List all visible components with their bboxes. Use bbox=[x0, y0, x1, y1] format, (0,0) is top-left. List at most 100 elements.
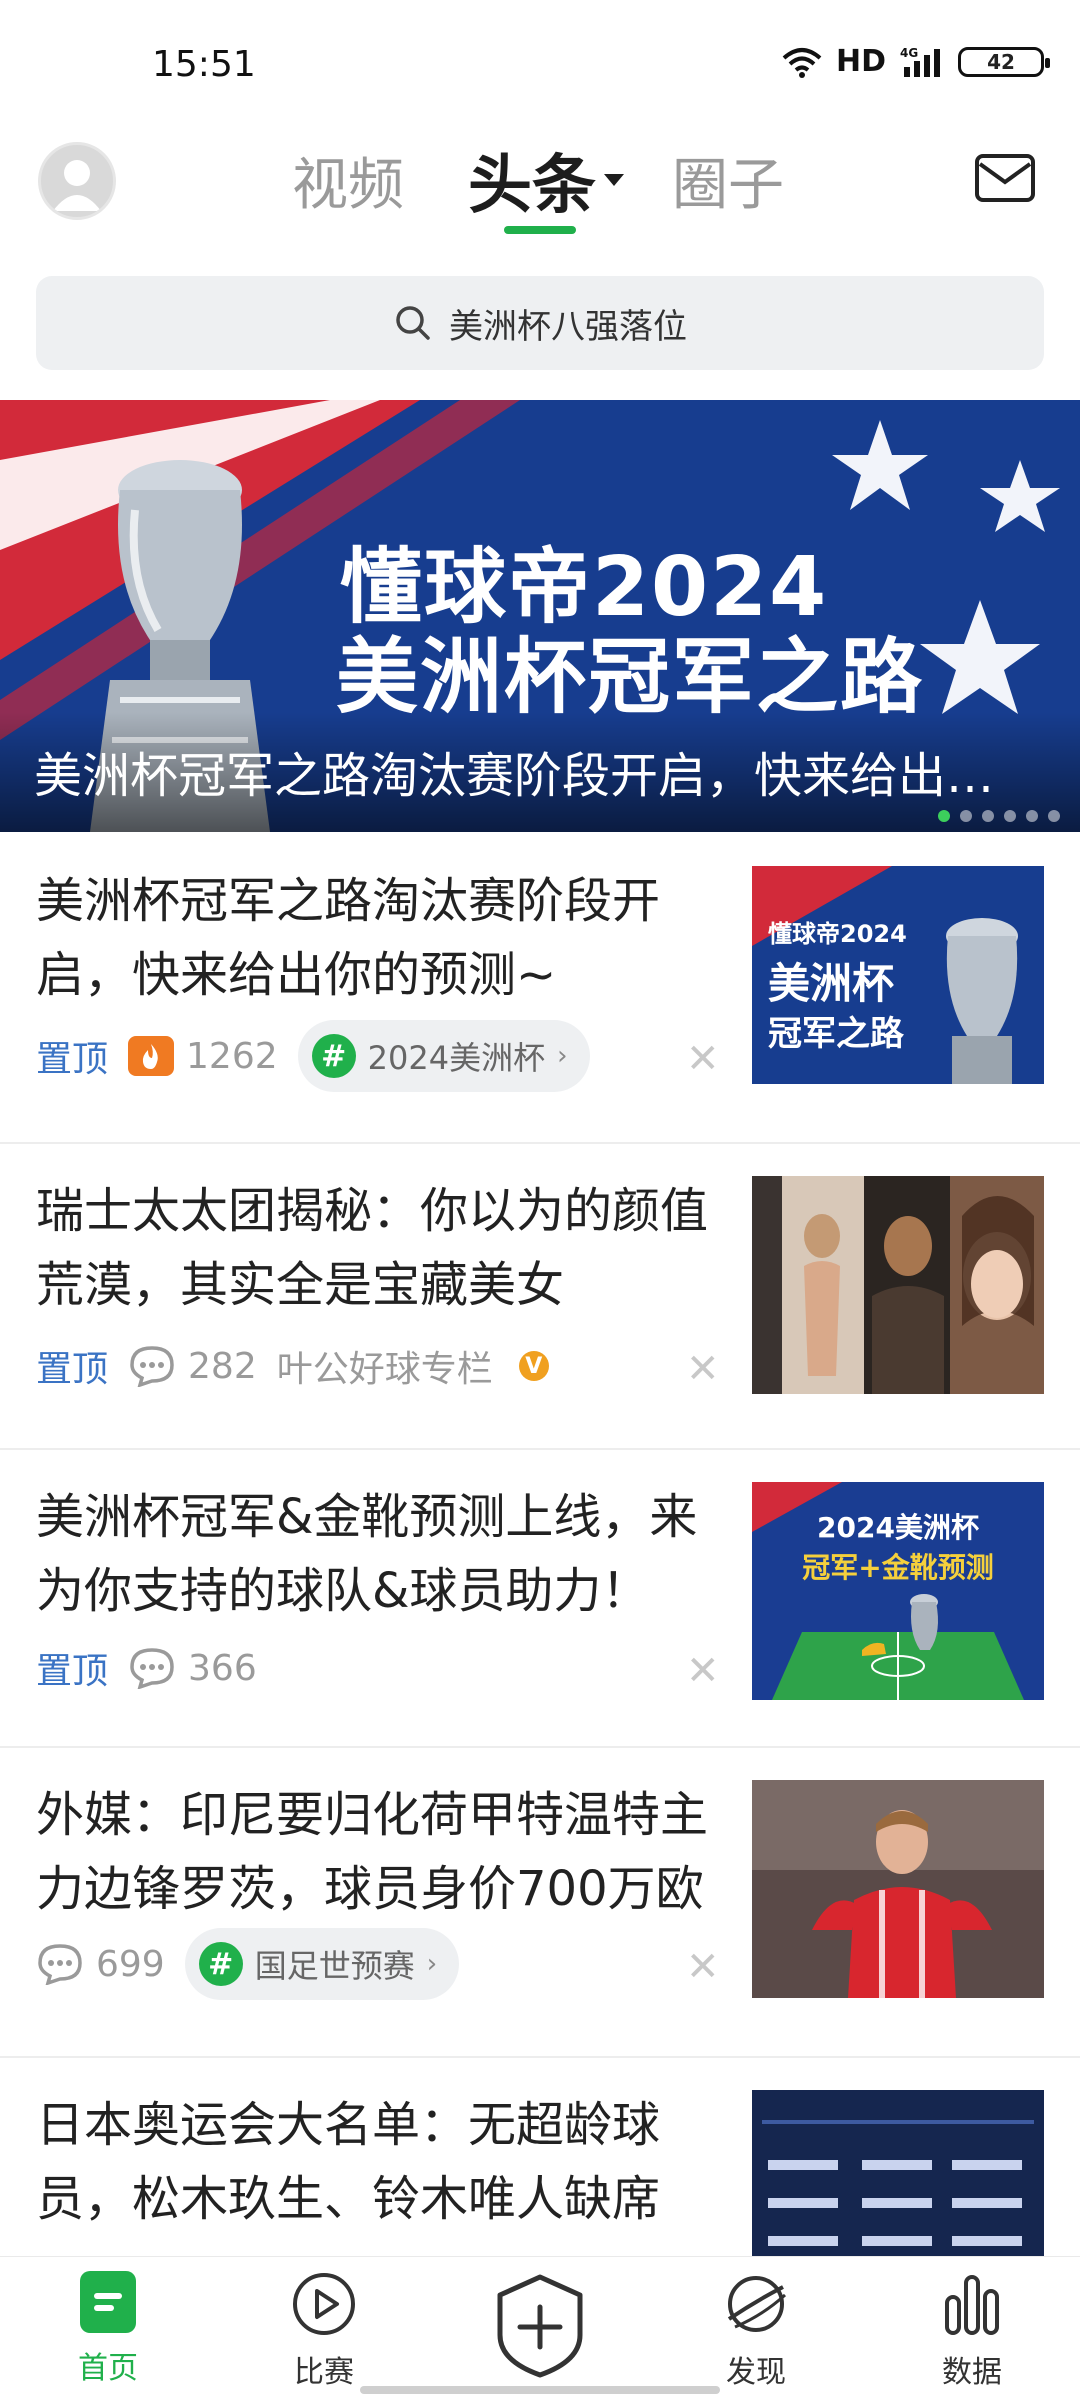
carousel-dot bbox=[1004, 810, 1016, 822]
hero-banner[interactable]: 懂球帝2024 美洲杯冠军之路 美洲杯冠军之路淘汰赛阶段开启，快来给出你的预测~ bbox=[0, 400, 1080, 832]
carousel-dot bbox=[982, 810, 994, 822]
article-meta: 置顶 282 叶公好球专栏 V bbox=[36, 1338, 549, 1394]
article-thumbnail[interactable]: 懂球帝2024 美洲杯 冠军之路 bbox=[752, 866, 1044, 1084]
pinned-label: 置顶 bbox=[36, 1651, 109, 1692]
comment-count: 282 bbox=[128, 1345, 257, 1387]
planet-icon bbox=[727, 2276, 787, 2332]
pinned-label: 置顶 bbox=[36, 1039, 109, 1080]
article-title[interactable]: 美洲杯冠军之路淘汰赛阶段开启，快来给出你的预测~ bbox=[36, 864, 716, 1012]
tab-headlines[interactable]: 头条 bbox=[468, 134, 596, 226]
topic-label: 2024美洲杯 bbox=[367, 1039, 546, 1077]
fire-icon bbox=[128, 1036, 175, 1076]
search-icon bbox=[396, 306, 430, 340]
hot-count-value: 1262 bbox=[186, 1035, 278, 1077]
nav-label: 比赛 bbox=[294, 2355, 354, 2390]
carousel-dot bbox=[938, 810, 950, 822]
comment-count-value: 699 bbox=[96, 1943, 165, 1985]
article-title[interactable]: 日本奥运会大名单：无超龄球员，松木玖生、铃木唯人缺席 bbox=[36, 2088, 716, 2236]
svg-text:4G: 4G bbox=[900, 46, 918, 60]
battery-indicator: 42 bbox=[958, 46, 1050, 77]
battery-level: 42 bbox=[987, 49, 1015, 74]
article-meta: 置顶 366 bbox=[36, 1640, 257, 1696]
article-item[interactable]: 美洲杯冠军&金靴预测上线，来为你支持的球队&球员助力！ 置顶 366 ✕ 202… bbox=[0, 1448, 1080, 1748]
hashtag-icon: # bbox=[311, 1034, 356, 1078]
user-icon bbox=[53, 160, 101, 211]
add-shield-icon bbox=[497, 2274, 583, 2378]
network-hd-label: HD bbox=[835, 44, 886, 79]
mail-icon[interactable] bbox=[974, 150, 1036, 206]
hot-count: 1262 bbox=[128, 1036, 278, 1077]
dismiss-icon[interactable]: ✕ bbox=[686, 1944, 720, 1990]
nav-home[interactable]: 首页 bbox=[48, 2271, 168, 2387]
roster-graphic bbox=[752, 2090, 1044, 2256]
article-title[interactable]: 瑞士太太团揭秘：你以为的颜值荒漠，其实全是宝藏美女 bbox=[36, 1174, 716, 1322]
thumb-text: 懂球帝2024 bbox=[768, 920, 907, 948]
chevron-right-icon: › bbox=[426, 1949, 438, 1979]
author-name[interactable]: 叶公好球专栏 bbox=[277, 1340, 493, 1392]
home-icon bbox=[80, 2271, 136, 2333]
search-bar[interactable]: 美洲杯八强落位 bbox=[36, 276, 1044, 370]
tab-circle[interactable]: 圈子 bbox=[672, 140, 784, 221]
topic-chip[interactable]: # 国足世预赛 › bbox=[184, 1928, 460, 2000]
bar-chart-icon bbox=[945, 2275, 999, 2335]
comment-count: 699 bbox=[36, 1943, 165, 1985]
status-icons: HD 4G 42 bbox=[782, 44, 1050, 79]
article-item[interactable]: 外媒：印尼要归化荷甲特温特主力边锋罗茨，球员身价700万欧 699 # 国足世预… bbox=[0, 1746, 1080, 2058]
comment-icon bbox=[130, 1648, 174, 1689]
comment-count-value: 282 bbox=[188, 1345, 257, 1387]
wifi-icon bbox=[782, 47, 822, 78]
nav-matches[interactable]: 比赛 bbox=[264, 2271, 384, 2391]
top-nav: 视频 头条 圈子 bbox=[0, 130, 1080, 240]
chevron-right-icon: › bbox=[557, 1041, 568, 1071]
nav-data[interactable]: 数据 bbox=[912, 2271, 1032, 2391]
topic-label: 国足世预赛 bbox=[254, 1947, 415, 1985]
hashtag-icon: # bbox=[198, 1942, 243, 1986]
chevron-down-icon[interactable] bbox=[604, 174, 624, 186]
avatar[interactable] bbox=[38, 142, 116, 220]
thumb-text: 美洲杯 bbox=[768, 959, 895, 1008]
play-icon bbox=[293, 2273, 355, 2335]
article-meta: 置顶 1262 # 2024美洲杯 › bbox=[36, 1020, 590, 1092]
status-time: 15:51 bbox=[152, 44, 256, 85]
article-thumbnail[interactable] bbox=[752, 1176, 1044, 1394]
carousel-dot bbox=[960, 810, 972, 822]
article-thumbnail[interactable] bbox=[752, 1780, 1044, 1998]
dismiss-icon[interactable]: ✕ bbox=[686, 1036, 720, 1082]
article-item[interactable]: 美洲杯冠军之路淘汰赛阶段开启，快来给出你的预测~ 置顶 1262 # 2024美… bbox=[0, 832, 1080, 1144]
thumb-text: 冠军之路 bbox=[768, 1014, 904, 1054]
search-input[interactable]: 美洲杯八强落位 bbox=[449, 299, 687, 348]
nav-publish[interactable] bbox=[480, 2273, 600, 2383]
status-bar: 15:51 HD 4G 42 bbox=[0, 0, 1080, 130]
article-title[interactable]: 外媒：印尼要归化荷甲特温特主力边锋罗茨，球员身价700万欧 bbox=[36, 1778, 716, 1926]
carousel-dot bbox=[1048, 810, 1060, 822]
article-meta: 699 # 国足世预赛 › bbox=[36, 1928, 460, 2000]
verified-badge-icon: V bbox=[518, 1351, 549, 1381]
player-photo bbox=[752, 1780, 1044, 1998]
active-tab-indicator bbox=[504, 226, 576, 234]
nav-label: 数据 bbox=[942, 2355, 1002, 2390]
carousel-dot bbox=[1026, 810, 1038, 822]
nav-label: 发现 bbox=[726, 2355, 786, 2390]
article-thumbnail[interactable] bbox=[752, 2090, 1044, 2256]
comment-count: 366 bbox=[128, 1647, 257, 1689]
comment-count-value: 366 bbox=[188, 1647, 257, 1689]
article-item[interactable]: 日本奥运会大名单：无超龄球员，松木玖生、铃木唯人缺席 bbox=[0, 2056, 1080, 2256]
article-thumbnail[interactable]: 2024美洲杯 冠军+金靴预测 bbox=[752, 1482, 1044, 1700]
article-item[interactable]: 瑞士太太团揭秘：你以为的颜值荒漠，其实全是宝藏美女 置顶 282 叶公好球专栏 … bbox=[0, 1142, 1080, 1450]
nav-label: 首页 bbox=[78, 2351, 138, 2386]
dismiss-icon[interactable]: ✕ bbox=[686, 1346, 720, 1392]
comment-icon bbox=[130, 1346, 174, 1387]
thumb-text: 2024美洲杯 bbox=[817, 1511, 979, 1544]
home-indicator[interactable] bbox=[360, 2386, 720, 2394]
dismiss-icon[interactable]: ✕ bbox=[686, 1648, 720, 1694]
comment-icon bbox=[38, 1944, 82, 1985]
topic-chip[interactable]: # 2024美洲杯 › bbox=[297, 1020, 590, 1092]
carousel-dots bbox=[938, 810, 1060, 822]
article-title[interactable]: 美洲杯冠军&金靴预测上线，来为你支持的球队&球员助力！ bbox=[36, 1480, 716, 1628]
photo-collage bbox=[752, 1176, 1044, 1394]
banner-caption: 美洲杯冠军之路淘汰赛阶段开启，快来给出你的预测~ bbox=[34, 748, 1024, 804]
nav-discover[interactable]: 发现 bbox=[696, 2271, 816, 2391]
tab-video[interactable]: 视频 bbox=[292, 140, 404, 221]
pinned-label: 置顶 bbox=[36, 1349, 109, 1390]
bottom-nav: 首页 比赛 发现 数据 bbox=[0, 2256, 1080, 2401]
